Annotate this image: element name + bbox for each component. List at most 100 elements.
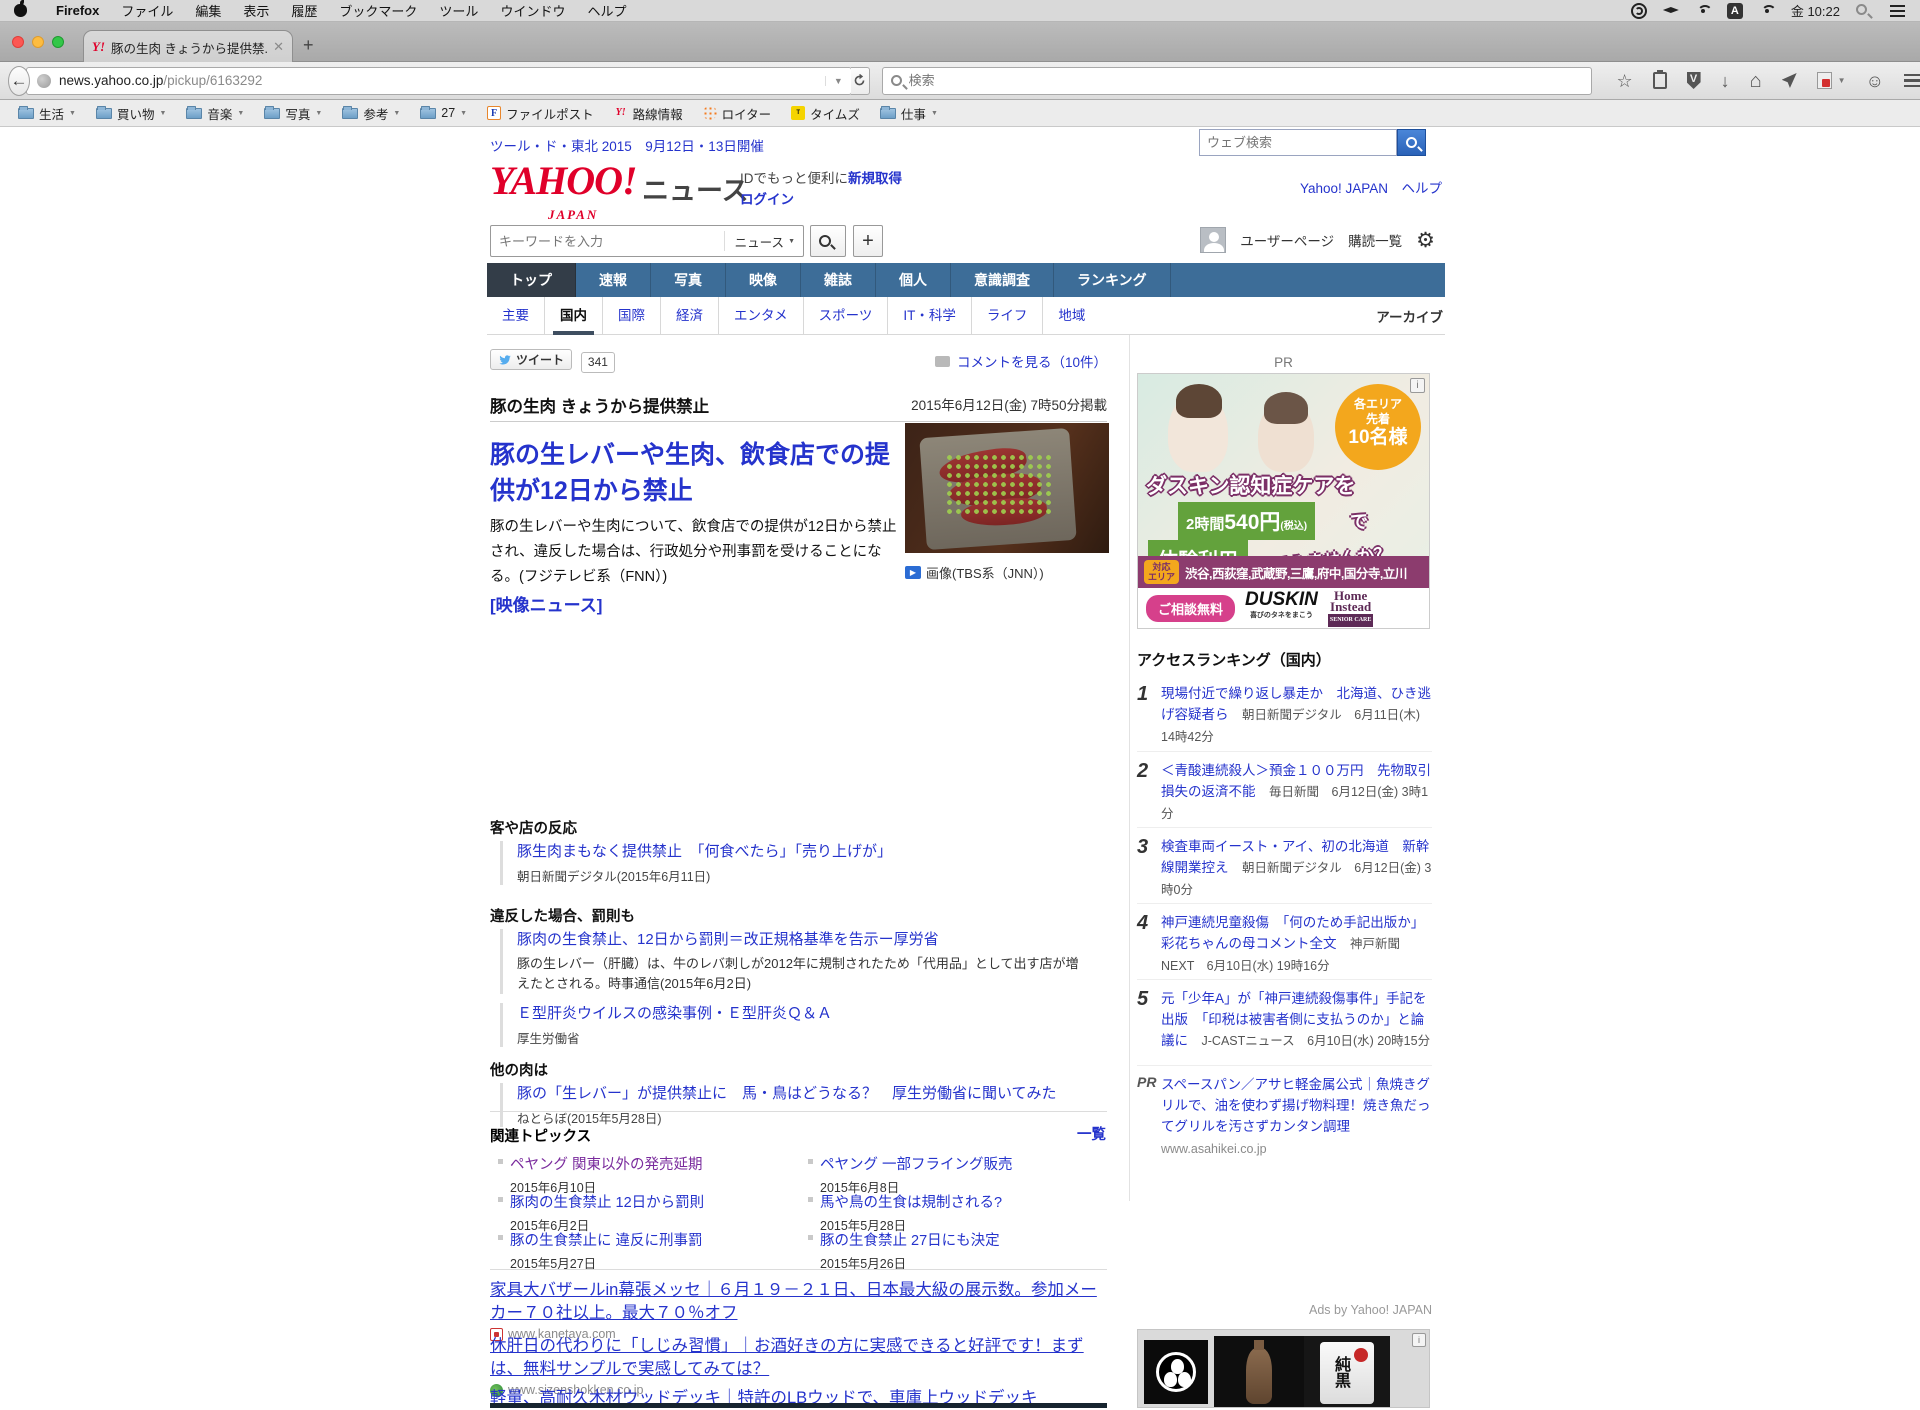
browser-search-box[interactable]	[882, 67, 1593, 95]
search-scope-dropdown[interactable]: ニュース▼	[724, 231, 803, 251]
bookmark-folder-kaimono[interactable]: 買い物▼	[88, 104, 174, 123]
clipboard-extension-icon[interactable]	[1653, 72, 1667, 89]
downloads-icon[interactable]: ↓	[1721, 72, 1730, 90]
site-identity-icon[interactable]	[37, 74, 51, 88]
subnav-chiiki[interactable]: 地域	[1042, 297, 1100, 334]
consult-button[interactable]: ご相談無料	[1146, 595, 1235, 622]
creative-cloud-icon[interactable]	[1631, 3, 1647, 19]
service-title[interactable]: ニュース	[642, 169, 749, 208]
wifi-icon[interactable]	[1759, 3, 1775, 19]
subnav-shuyou[interactable]: 主要	[487, 297, 544, 334]
userpage-link[interactable]: ユーザーページ	[1240, 230, 1334, 250]
nav-tab-top[interactable]: トップ	[487, 263, 576, 297]
wireless-hotspot-icon[interactable]	[1695, 3, 1711, 19]
gear-icon[interactable]: ⚙	[1416, 228, 1435, 253]
subnav-sports[interactable]: スポーツ	[803, 297, 888, 334]
promo-link[interactable]: ツール・ド・東北 2015 9月12日・13日開催	[490, 135, 764, 155]
subnav-kokunai[interactable]: 国内	[544, 297, 602, 334]
news-link[interactable]: Ｅ型肝炎ウイルスの感染事例・Ｅ型肝炎Ｑ＆Ａ	[517, 1005, 832, 1022]
add-keyword-button[interactable]: +	[853, 225, 883, 257]
close-window-button[interactable]	[12, 36, 24, 48]
subnav-kokusai[interactable]: 国際	[602, 297, 660, 334]
menu-hamburger-icon[interactable]	[1904, 74, 1920, 88]
pr-link[interactable]: スペースパン／アサヒ軽金属公式｜魚焼きグリルで、油を使わず揚げ物料理！焼き魚だっ…	[1161, 1077, 1430, 1134]
news-link[interactable]: 豚の「生レバー」が提供禁止に 馬・鳥はどうなる？ 厚生労働省に聞いてみた	[517, 1085, 1057, 1102]
bookmark-folder-shigoto[interactable]: 仕事▼	[872, 104, 946, 123]
subscriptions-link[interactable]: 購読一覧	[1348, 230, 1402, 250]
bookmark-folder-ongaku[interactable]: 音楽▼	[178, 104, 252, 123]
related-topics-more-link[interactable]: 一覧	[1077, 1123, 1106, 1144]
news-link[interactable]: 豚肉の生食禁止、12日から罰則＝改正規格基準を告示ー厚労省	[517, 931, 939, 948]
bookmark-rosen[interactable]: Y!路線情報	[606, 104, 691, 123]
news-search-button[interactable]	[810, 225, 846, 257]
archive-link[interactable]: アーカイブ	[1376, 306, 1445, 326]
related-link[interactable]: 馬や鳥の生食は規制される?	[808, 1191, 1108, 1212]
text-ad-link[interactable]: 家具大バザールin幕張メッセ｜６月１９－２１日、日本最大級の展示数。参加メーカー…	[490, 1279, 1107, 1325]
subnav-entame[interactable]: エンタメ	[718, 297, 803, 334]
dropbox-icon[interactable]	[1663, 7, 1679, 17]
bookmark-folder-shashin[interactable]: 写真▼	[256, 104, 330, 123]
news-link[interactable]: 豚生肉まもなく提供禁止 「何食べたら」「売り上げが」	[517, 843, 892, 860]
subnav-life[interactable]: ライフ	[971, 297, 1043, 334]
menubar-item-firefox[interactable]: Firefox	[45, 3, 110, 18]
menubar-item-view[interactable]: 表示	[232, 1, 280, 20]
zoom-window-button[interactable]	[52, 36, 64, 48]
nav-tab-zasshi[interactable]: 雑誌	[801, 263, 876, 297]
menubar-item-history[interactable]: 履歴	[280, 1, 328, 20]
web-search-input[interactable]	[1199, 129, 1397, 156]
help-links[interactable]: Yahoo! JAPAN ヘルプ	[1300, 177, 1442, 197]
url-dropdown-icon[interactable]: ▼	[825, 76, 851, 86]
browser-search-input[interactable]	[909, 73, 1540, 88]
send-extension-icon[interactable]	[1782, 73, 1797, 88]
yahoo-logo[interactable]: YAHOO! JAPAN	[490, 161, 637, 235]
related-link[interactable]: ペヤング 一部フライング販売	[808, 1153, 1108, 1174]
nav-tab-sokuhou[interactable]: 速報	[576, 263, 651, 297]
browser-tab[interactable]: Y! 豚の生肉 きょうから提供禁... ✕	[83, 30, 293, 63]
bookmark-folder-seikatsu[interactable]: 生活▼	[10, 104, 84, 123]
menubar-item-help[interactable]: ヘルプ	[576, 1, 637, 20]
notification-center-icon[interactable]	[1890, 3, 1906, 19]
menubar-item-tools[interactable]: ツール	[428, 1, 489, 20]
related-link[interactable]: 豚肉の生食禁止 12日から罰則	[498, 1191, 798, 1212]
bookmark-star-icon[interactable]: ☆	[1616, 72, 1632, 90]
nav-tab-eizou[interactable]: 映像	[726, 263, 801, 297]
input-method-icon[interactable]: A	[1727, 3, 1743, 19]
shield-extension-icon[interactable]: V	[1687, 72, 1701, 89]
duskin-ad-banner[interactable]: i 各エリア 先着 10名様 ダスキン認知症ケアを 2時間540円(税込) で …	[1137, 373, 1430, 629]
bookmark-folder-27[interactable]: 27▼	[412, 106, 475, 120]
avatar[interactable]	[1200, 227, 1226, 253]
related-link[interactable]: ペヤング 関東以外の発売延期	[498, 1153, 798, 1174]
ad-info-icon[interactable]: i	[1410, 378, 1425, 393]
article-thumbnail[interactable]	[905, 423, 1109, 553]
web-search-button[interactable]	[1397, 129, 1426, 156]
tab-close-icon[interactable]: ✕	[273, 39, 284, 55]
bookmark-times[interactable]: Tタイムズ	[783, 104, 868, 123]
bookmark-filepost[interactable]: Fファイルポスト	[479, 104, 602, 123]
bookmark-folder-sankou[interactable]: 参考▼	[334, 104, 408, 123]
menubar-item-file[interactable]: ファイル	[110, 1, 184, 20]
ad-info-icon[interactable]: i	[1412, 1333, 1426, 1347]
comments-link[interactable]: コメントを見る（10件）	[935, 351, 1107, 371]
url-bar[interactable]: news.yahoo.co.jp /pickup/6163292 ▼	[26, 67, 852, 95]
back-button[interactable]: ←	[8, 66, 30, 96]
home-icon[interactable]: ⌂	[1750, 72, 1762, 90]
news-search-box[interactable]: ニュース▼	[490, 225, 804, 257]
pdf-extension-icon[interactable]	[1817, 72, 1832, 89]
pdf-dropdown-icon[interactable]: ▼	[1838, 76, 1846, 85]
tweet-button[interactable]: ツイート	[490, 349, 572, 370]
thumbnail-caption[interactable]: ▶ 画像(TBS系（JNN）)	[905, 563, 1044, 582]
apple-menu-icon[interactable]	[14, 4, 27, 17]
subnav-it-kagaku[interactable]: IT・科学	[887, 297, 971, 334]
spotlight-icon[interactable]	[1856, 3, 1874, 18]
article-headline-link[interactable]: 豚の生レバーや生肉、飲食店での提供が12日から禁止	[490, 437, 910, 509]
nav-tab-kojin[interactable]: 個人	[876, 263, 951, 297]
menubar-item-window[interactable]: ウインドウ	[489, 1, 576, 20]
reload-button[interactable]	[851, 67, 870, 95]
news-search-input[interactable]	[491, 234, 724, 249]
subnav-keizai[interactable]: 経済	[660, 297, 718, 334]
menubar-item-edit[interactable]: 編集	[184, 1, 232, 20]
bookmark-reuters[interactable]: ロイター	[695, 104, 780, 123]
related-link[interactable]: 豚の生食禁止に 違反に刑事罰	[498, 1229, 798, 1250]
text-ad-link[interactable]: 休肝日の代わりに「しじみ習慣」｜お酒好きの方に実感できると好評です！まずは、無料…	[490, 1335, 1107, 1381]
minimize-window-button[interactable]	[32, 36, 44, 48]
